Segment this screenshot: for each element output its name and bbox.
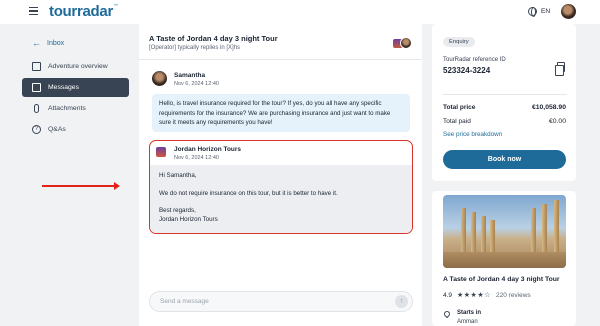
- price-breakdown-link[interactable]: See price breakdown: [443, 131, 502, 138]
- tour-name[interactable]: A Taste of Jordan 4 day 3 night Tour: [443, 276, 560, 283]
- sidebar-item-attachments[interactable]: Attachments: [22, 99, 129, 118]
- operator-logo: [156, 147, 166, 157]
- sender-avatar: [152, 71, 167, 86]
- conversation-panel: A Taste of Jordan 4 day 3 night Tour [Op…: [139, 24, 422, 326]
- annotation-arrow: [42, 182, 120, 190]
- user-message-bubble: Hello, is travel insurance required for …: [152, 94, 410, 132]
- tourradar-logo[interactable]: tourradar™: [49, 3, 118, 20]
- message-timestamp: Nov 6, 2024 12:40: [174, 155, 219, 161]
- sidebar-item-qas[interactable]: ? Q&As: [22, 120, 129, 139]
- starts-in-label: Starts in: [457, 310, 482, 316]
- total-paid-label: Total paid: [443, 118, 471, 125]
- sidebar: ← Inbox Adventure overview Messages Atta…: [0, 24, 139, 326]
- conversation-title: A Taste of Jordan 4 day 3 night Tour: [149, 34, 278, 43]
- tour-image[interactable]: [443, 195, 566, 268]
- reference-id: 523324-3224: [443, 66, 491, 75]
- divider: [443, 94, 567, 95]
- message-input-placeholder: Send a message: [160, 298, 209, 305]
- total-paid-value: €0.00: [548, 118, 566, 125]
- book-now-button[interactable]: Book now: [443, 150, 566, 169]
- reference-label: TourRadar reference ID: [443, 57, 506, 63]
- copy-icon[interactable]: [555, 62, 565, 76]
- globe-icon[interactable]: [528, 7, 537, 17]
- message-timestamp: Nov 6, 2024 12:40: [174, 81, 219, 87]
- message-input[interactable]: Send a message ↑: [149, 291, 413, 312]
- menu-icon[interactable]: [29, 7, 38, 16]
- operator-message-bubble: Hi Samantha, We do not require insurance…: [150, 165, 412, 233]
- participant-avatar: [400, 37, 412, 49]
- reviews-count[interactable]: 220 reviews: [496, 292, 531, 299]
- location-pin-icon: [442, 309, 452, 319]
- status-badge: Enquiry: [443, 37, 475, 47]
- booking-summary-card: Enquiry TourRadar reference ID 523324-32…: [432, 24, 576, 181]
- conversation-header: A Taste of Jordan 4 day 3 night Tour [Op…: [139, 24, 422, 60]
- top-bar: tourradar™ EN: [0, 0, 600, 24]
- arrow-left-icon: ←: [32, 38, 41, 48]
- paperclip-icon: [34, 104, 39, 113]
- total-price-label: Total price: [443, 104, 476, 111]
- total-price-value: €10,058.90: [531, 104, 566, 111]
- sidebar-item-adventure-overview[interactable]: Adventure overview: [22, 57, 129, 76]
- question-icon: ?: [32, 125, 41, 134]
- sender-name: Samantha: [174, 72, 206, 79]
- inbox-back-link[interactable]: ← Inbox: [32, 38, 64, 48]
- operator-reply-highlight: Jordan Horizon Tours Nov 6, 2024 12:40 H…: [149, 140, 413, 234]
- sidebar-item-messages[interactable]: Messages: [22, 78, 129, 97]
- reply-time-note: [Operator] typically replies in [X]hs: [149, 45, 241, 51]
- chat-icon: [32, 83, 41, 92]
- rating-value: 4.9: [443, 292, 453, 299]
- user-avatar[interactable]: [561, 4, 576, 19]
- starts-in-value: Amman: [457, 319, 478, 325]
- star-rating-icon: ★★★★☆: [457, 292, 491, 299]
- participant-avatars: [393, 37, 413, 50]
- tour-card: A Taste of Jordan 4 day 3 night Tour 4.9…: [432, 191, 576, 326]
- send-arrow-icon[interactable]: ↑: [395, 295, 408, 308]
- clipboard-icon: [32, 62, 41, 71]
- language-selector[interactable]: EN: [541, 8, 550, 15]
- sender-name: Jordan Horizon Tours: [174, 146, 242, 153]
